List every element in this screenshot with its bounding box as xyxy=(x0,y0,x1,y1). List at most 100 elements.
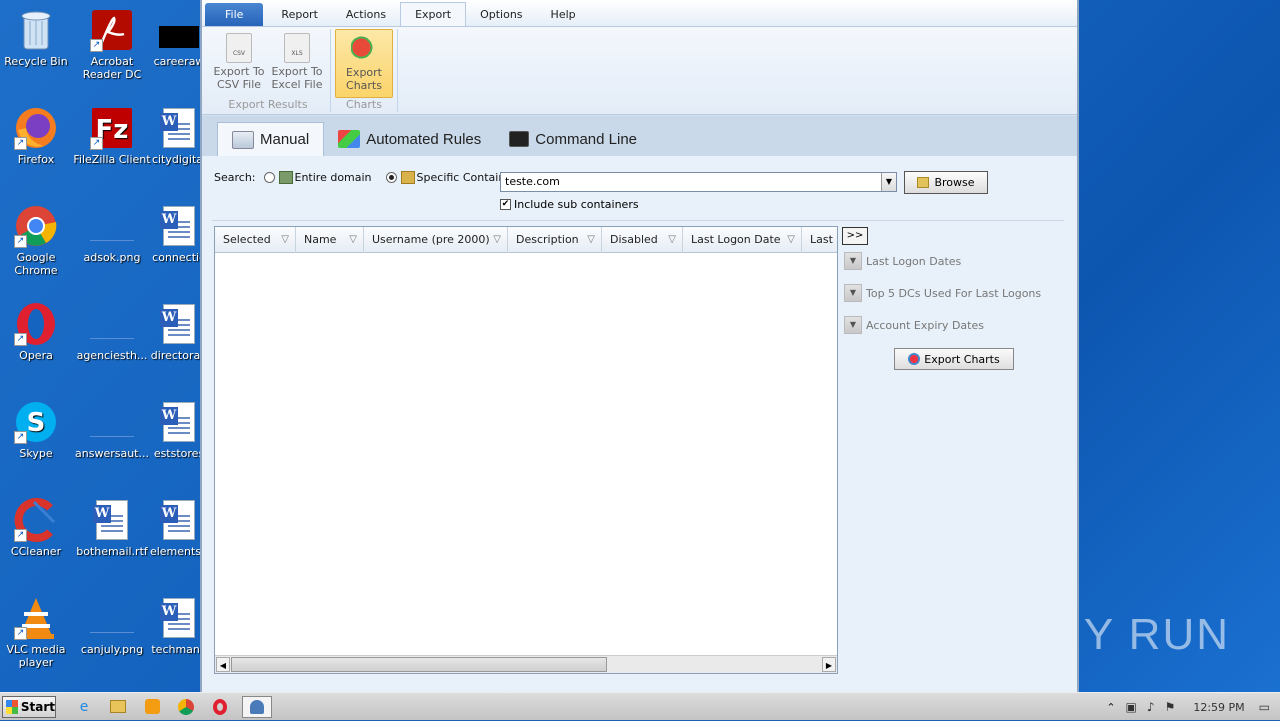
column-title: Last Logon Date xyxy=(691,233,781,246)
expand-panel-button[interactable]: >> xyxy=(842,227,868,245)
menu-file[interactable]: File xyxy=(205,3,264,26)
column-header[interactable]: Last L xyxy=(802,227,837,253)
desktop-icon-label: directoran xyxy=(150,349,208,362)
menu-report[interactable]: Report xyxy=(267,3,331,26)
group-label-export-results: Export Results xyxy=(228,98,308,111)
column-title: Disabled xyxy=(610,233,658,246)
chevron-down-icon[interactable]: ▼ xyxy=(881,173,896,191)
chevron-down-icon[interactable]: ▼ xyxy=(844,252,862,270)
opera-taskbar-icon[interactable] xyxy=(208,696,232,718)
search-row: Search: Entire domain Specific Container… xyxy=(214,171,520,184)
image-file-icon xyxy=(90,596,134,640)
desktop-icon-recycle-bin[interactable]: Recycle Bin xyxy=(0,8,75,68)
chart-item-last-logon-dates[interactable]: ▼ Last Logon Dates xyxy=(844,252,961,270)
column-title: Selected xyxy=(223,233,271,246)
manual-panel: Search: Entire domain Specific Container… xyxy=(202,156,1077,692)
tab-automated-rules[interactable]: Automated Rules xyxy=(324,122,495,156)
filter-icon[interactable]: ▽ xyxy=(787,227,795,253)
internet-explorer-icon[interactable]: e xyxy=(72,696,96,718)
export-excel-button[interactable]: XLS Export To Excel File xyxy=(268,29,326,98)
results-grid[interactable]: Selected ▽ Name ▽ Username (pre 2000) ▽ Des… xyxy=(214,226,838,674)
chart-item-account-expiry[interactable]: ▼ Account Expiry Dates xyxy=(844,316,984,334)
file-explorer-icon[interactable] xyxy=(106,696,130,718)
desktop-icon-label: Opera xyxy=(19,349,53,362)
search-label: Search: xyxy=(214,171,256,184)
windows-logo-icon xyxy=(6,699,18,714)
filter-icon[interactable]: ▽ xyxy=(349,227,357,253)
action-center-flag-icon[interactable]: ⚑ xyxy=(1165,700,1176,714)
tab-manual[interactable]: Manual xyxy=(217,122,325,156)
desktop-icon-label: Acrobat Reader DC xyxy=(82,55,142,81)
shortcut-arrow-icon: ↗ xyxy=(14,529,27,542)
column-header[interactable]: Description ▽ xyxy=(508,227,602,253)
start-label: Start xyxy=(20,699,55,714)
network-icon[interactable]: ▣ xyxy=(1126,700,1137,714)
browse-button[interactable]: Browse xyxy=(904,171,988,194)
desktop-icon-label: techmana xyxy=(151,643,207,656)
clock[interactable]: 12:59 PM xyxy=(1193,701,1244,714)
folder-icon xyxy=(917,177,930,188)
chrome-icon: ↗ xyxy=(14,204,58,248)
volume-icon[interactable]: ♪ xyxy=(1147,700,1155,714)
desktop-icon-firefox[interactable]: ↗ Firefox xyxy=(0,106,75,166)
file-icon xyxy=(90,400,134,444)
chrome-taskbar-icon[interactable] xyxy=(174,696,198,718)
domain-icon xyxy=(278,171,293,184)
chart-item-top5-dcs[interactable]: ▼ Top 5 DCs Used For Last Logons xyxy=(844,284,1041,302)
export-charts-ribbon-button[interactable]: Export Charts xyxy=(335,29,393,98)
desktop-icon-label: CCleaner xyxy=(10,545,62,558)
filter-icon[interactable]: ▽ xyxy=(281,227,289,253)
column-header[interactable]: Disabled ▽ xyxy=(602,227,683,253)
menu-export[interactable]: Export xyxy=(400,2,467,26)
desktop-icon-label: connectio xyxy=(152,251,206,264)
export-excel-label: Export To Excel File xyxy=(271,65,323,91)
include-sub-checkbox[interactable]: ✔ xyxy=(500,199,511,210)
chevron-down-icon[interactable]: ▼ xyxy=(844,316,862,334)
csv-badge: CSV xyxy=(232,50,246,57)
export-charts-button[interactable]: Export Charts xyxy=(894,348,1014,370)
desktop-icon-ccleaner[interactable]: ↗ CCleaner xyxy=(0,498,75,558)
radio-entire-domain[interactable] xyxy=(263,172,275,183)
file-icon xyxy=(157,8,201,52)
include-sub-containers[interactable]: ✔ Include sub containers xyxy=(500,198,639,211)
word-document-icon: W xyxy=(157,302,201,346)
show-desktop-icon[interactable]: ▭ xyxy=(1259,700,1270,714)
menu-actions[interactable]: Actions xyxy=(332,3,400,26)
container-combobox[interactable]: teste.com ▼ xyxy=(500,172,897,192)
export-csv-button[interactable]: CSV Export To CSV File xyxy=(210,29,268,98)
filter-icon[interactable]: ▽ xyxy=(493,227,501,253)
pie-chart-icon xyxy=(351,34,377,64)
scroll-right-icon[interactable]: ▶ xyxy=(822,657,836,672)
column-header[interactable]: Name ▽ xyxy=(296,227,364,253)
xls-badge: XLS xyxy=(291,50,303,57)
tab-command-line[interactable]: Command Line xyxy=(495,122,651,156)
radio-specific-container[interactable] xyxy=(385,172,397,183)
media-player-icon[interactable] xyxy=(140,696,164,718)
firefox-icon: ↗ xyxy=(14,106,58,150)
desktop-icon-label: VLC media player xyxy=(6,643,66,669)
word-document-icon: W xyxy=(157,596,201,640)
start-button[interactable]: Start xyxy=(2,695,56,718)
filter-icon[interactable]: ▽ xyxy=(587,227,595,253)
chevron-down-icon[interactable]: ▼ xyxy=(844,284,862,302)
desktop-icon-chrome[interactable]: ↗ Google Chrome xyxy=(0,204,75,277)
menu-help[interactable]: Help xyxy=(537,3,590,26)
desktop-icon-vlc[interactable]: ↗ VLC media player xyxy=(0,596,75,669)
column-header[interactable]: Selected ▽ xyxy=(215,227,296,253)
menu-options[interactable]: Options xyxy=(466,3,536,26)
show-hidden-icons[interactable]: ⌃ xyxy=(1106,701,1115,714)
scroll-thumb[interactable] xyxy=(231,657,607,672)
container-value: teste.com xyxy=(505,175,560,188)
active-app-taskbar-icon[interactable] xyxy=(242,695,272,718)
column-header[interactable]: Username (pre 2000) ▽ xyxy=(364,227,508,253)
column-header[interactable]: Last Logon Date ▽ xyxy=(683,227,802,253)
horizontal-scrollbar[interactable]: ◀ ▶ xyxy=(215,655,837,673)
desktop-icon-skype[interactable]: S ↗ Skype xyxy=(0,400,75,460)
column-title: Description xyxy=(516,233,579,246)
filter-icon[interactable]: ▽ xyxy=(668,227,676,253)
taskbar: Start e ⌃ ▣ ♪ ⚑ 12:59 PM ▭ xyxy=(0,692,1280,720)
scroll-left-icon[interactable]: ◀ xyxy=(216,657,230,672)
tab-manual-label: Manual xyxy=(260,131,310,148)
chart-export-icon xyxy=(908,353,921,365)
desktop-icon-opera[interactable]: ↗ Opera xyxy=(0,302,75,362)
